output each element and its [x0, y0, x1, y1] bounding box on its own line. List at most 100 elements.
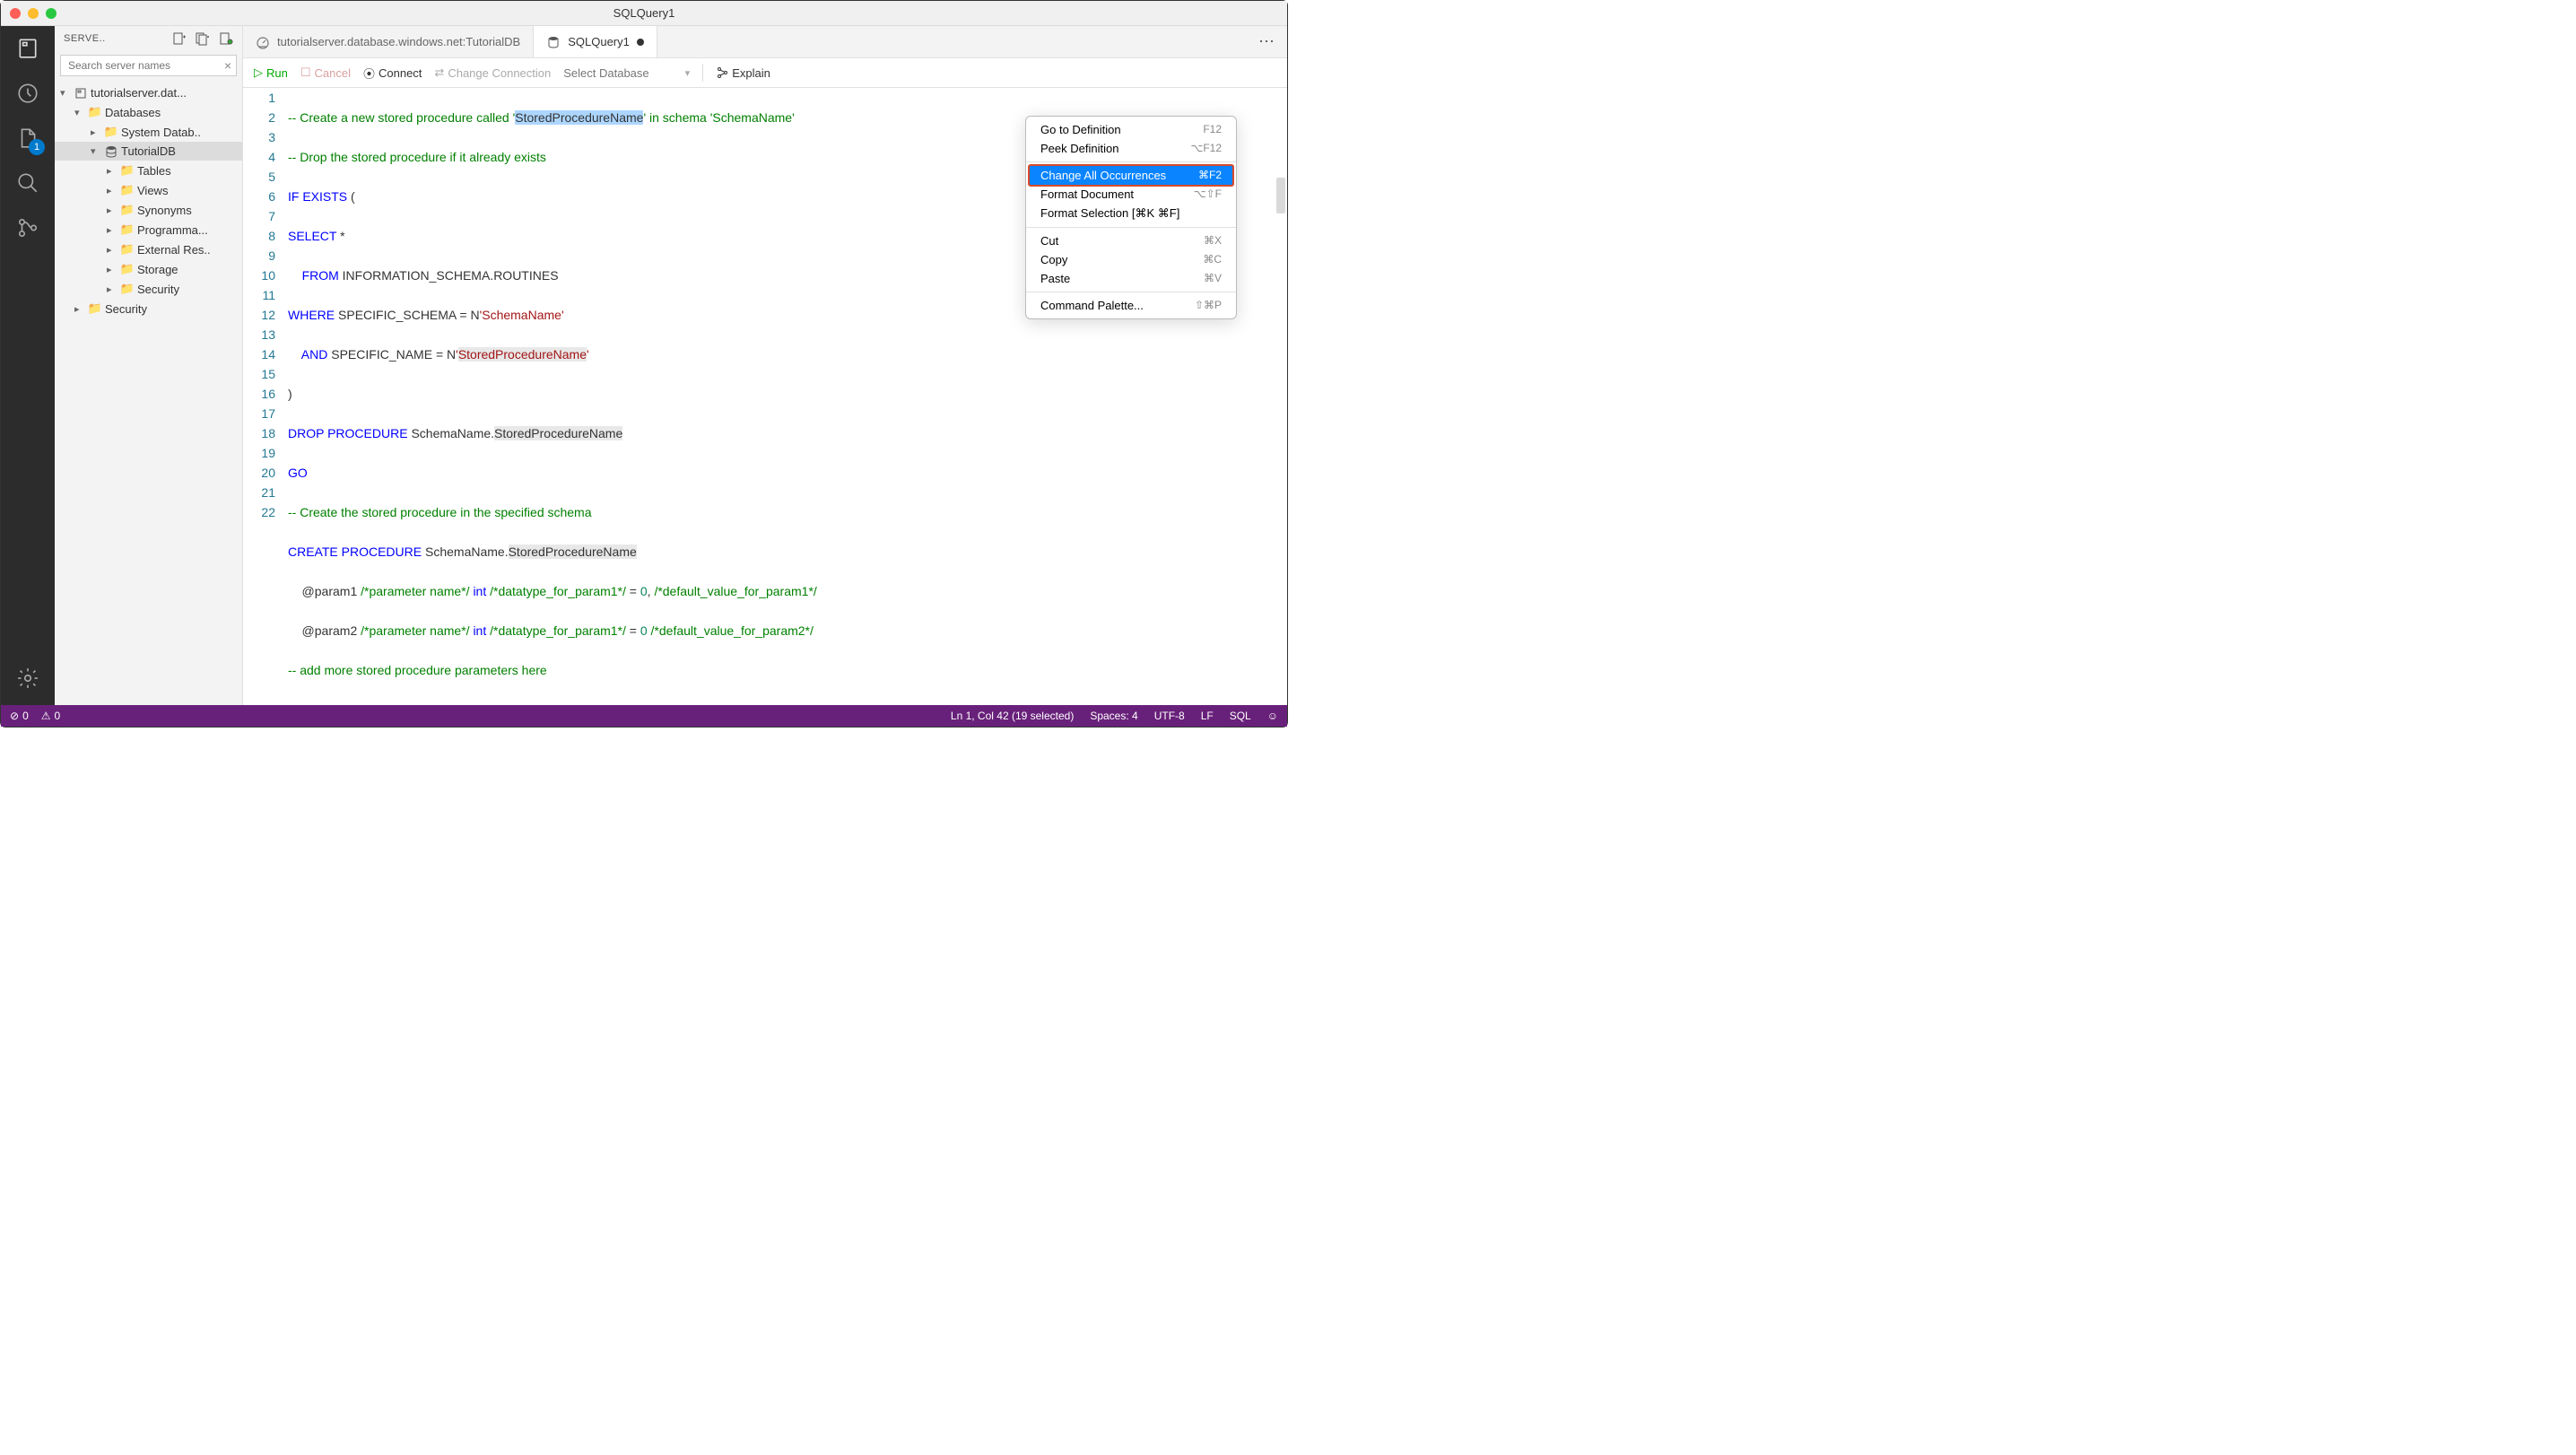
menu-label: Command Palette... — [1040, 299, 1144, 312]
menu-peek-definition[interactable]: Peek Definition ⌥F12 — [1026, 139, 1236, 158]
tree-external-resources[interactable]: 📁 External Res.. — [55, 240, 242, 259]
search-input[interactable] — [60, 55, 237, 76]
explain-button[interactable]: Explain — [716, 66, 770, 80]
tree-tables[interactable]: 📁 Tables — [55, 161, 242, 180]
tree-tutorialdb[interactable]: TutorialDB — [55, 142, 242, 161]
error-icon: ⊘ — [10, 710, 19, 722]
tab-sqlquery1[interactable]: SQLQuery1 — [534, 26, 657, 57]
tab-connection-dashboard[interactable]: tutorialserver.database.windows.net:Tuto… — [243, 26, 534, 57]
connect-button[interactable]: ⦿ Connect — [363, 65, 422, 82]
folder-icon: 📁 — [103, 125, 119, 139]
menu-format-selection[interactable]: Format Selection [⌘K ⌘F] — [1026, 204, 1236, 223]
status-feedback-icon[interactable]: ☺ — [1267, 710, 1278, 722]
play-icon: ▷ — [254, 65, 263, 80]
activity-explorer-icon[interactable]: 1 — [14, 125, 41, 152]
menu-label: Format Selection [⌘K ⌘F] — [1040, 206, 1179, 221]
menu-format-document[interactable]: Format Document ⌥⇧F — [1026, 185, 1236, 204]
window-minimize-button[interactable] — [28, 8, 39, 19]
sql-file-icon — [546, 35, 561, 49]
menu-divider — [1026, 161, 1236, 162]
menu-paste[interactable]: Paste ⌘V — [1026, 269, 1236, 288]
folder-icon: 📁 — [119, 163, 135, 178]
window-title: SQLQuery1 — [614, 6, 675, 20]
folder-icon: 📁 — [119, 183, 135, 197]
tree-label: Programma... — [137, 223, 208, 237]
menu-label: Change All Occurrences — [1040, 169, 1166, 182]
window-maximize-button[interactable] — [46, 8, 57, 19]
status-warnings[interactable]: ⚠ 0 — [41, 710, 60, 722]
tree-security[interactable]: 📁 Security — [55, 299, 242, 318]
refresh-icon[interactable] — [219, 31, 233, 46]
menu-label: Paste — [1040, 272, 1070, 285]
select-database-dropdown[interactable]: Select Database ▾ — [563, 66, 690, 80]
minimap-scrollbar[interactable] — [1276, 178, 1285, 213]
status-language[interactable]: SQL — [1230, 710, 1251, 722]
menu-label: Copy — [1040, 253, 1067, 266]
swap-icon: ⇄ — [434, 65, 444, 80]
tree-security-inner[interactable]: 📁 Security — [55, 279, 242, 299]
activity-search-icon[interactable] — [14, 170, 41, 196]
tree-server[interactable]: tutorialserver.dat... — [55, 83, 242, 102]
tab-more-button[interactable]: ⋯ — [1248, 26, 1287, 57]
activity-settings-icon[interactable] — [14, 665, 41, 692]
status-errors[interactable]: ⊘ 0 — [10, 710, 29, 722]
activity-source-control-icon[interactable] — [14, 214, 41, 241]
window-close-button[interactable] — [10, 8, 21, 19]
status-eol[interactable]: LF — [1201, 710, 1214, 722]
status-cursor-position[interactable]: Ln 1, Col 42 (19 selected) — [951, 710, 1074, 722]
toolbar-label: Explain — [732, 66, 770, 80]
tree-label: Views — [137, 184, 168, 197]
tree-storage[interactable]: 📁 Storage — [55, 259, 242, 279]
folder-icon: 📁 — [119, 282, 135, 296]
tree-label: Tables — [137, 164, 171, 178]
new-group-icon[interactable] — [196, 31, 210, 46]
change-connection-button[interactable]: ⇄ Change Connection — [434, 65, 551, 80]
cancel-button[interactable]: ☐ Cancel — [300, 65, 351, 80]
tree-label: Storage — [137, 263, 178, 276]
folder-icon: 📁 — [87, 105, 103, 119]
tab-label: tutorialserver.database.windows.net:Tuto… — [277, 35, 520, 48]
menu-command-palette[interactable]: Command Palette... ⇧⌘P — [1026, 296, 1236, 315]
line-number-gutter: 12345678910111213141516171819202122 — [243, 88, 288, 705]
status-indentation[interactable]: Spaces: 4 — [1090, 710, 1137, 722]
new-connection-icon[interactable] — [172, 31, 187, 46]
tree-label: tutorialserver.dat... — [91, 86, 187, 100]
tree-databases[interactable]: 📁 Databases — [55, 102, 242, 122]
server-tree: tutorialserver.dat... 📁 Databases 📁 Syst… — [55, 80, 242, 705]
sidebar: SERVE.. × tutorialserver.dat... 📁 Databa… — [55, 26, 243, 705]
editor-tabs: tutorialserver.database.windows.net:Tuto… — [243, 26, 1287, 58]
tree-synonyms[interactable]: 📁 Synonyms — [55, 200, 242, 220]
folder-icon: 📁 — [119, 262, 135, 276]
main-area: 1 SERVE.. × tuto — [1, 26, 1287, 705]
search-clear-icon[interactable]: × — [224, 58, 231, 73]
folder-icon: 📁 — [87, 301, 103, 316]
activity-servers-icon[interactable] — [14, 35, 41, 62]
tree-programmability[interactable]: 📁 Programma... — [55, 220, 242, 240]
tree-label: TutorialDB — [121, 144, 176, 158]
menu-change-all-occurrences[interactable]: Change All Occurrences ⌘F2 — [1028, 164, 1234, 187]
toolbar-label: Change Connection — [448, 66, 551, 80]
tree-label: External Res.. — [137, 243, 211, 257]
tree-system-databases[interactable]: 📁 System Datab.. — [55, 122, 242, 142]
editor-area: tutorialserver.database.windows.net:Tuto… — [243, 26, 1287, 705]
warning-icon: ⚠ — [41, 710, 51, 722]
menu-copy[interactable]: Copy ⌘C — [1026, 250, 1236, 269]
explain-icon — [716, 66, 728, 79]
menu-label: Cut — [1040, 234, 1058, 248]
menu-goto-definition[interactable]: Go to Definition F12 — [1026, 120, 1236, 139]
run-button[interactable]: ▷ Run — [254, 65, 288, 80]
menu-shortcut: ⌘C — [1203, 253, 1222, 266]
sidebar-header: SERVE.. — [55, 26, 242, 51]
activity-badge: 1 — [29, 139, 45, 155]
search-box: × — [60, 55, 237, 76]
menu-cut[interactable]: Cut ⌘X — [1026, 231, 1236, 250]
status-encoding[interactable]: UTF-8 — [1154, 710, 1185, 722]
tree-views[interactable]: 📁 Views — [55, 180, 242, 200]
activity-history-icon[interactable] — [14, 80, 41, 107]
menu-shortcut: ⌘X — [1204, 234, 1222, 248]
tree-label: Security — [137, 283, 179, 296]
stop-icon: ☐ — [300, 65, 311, 80]
tab-dirty-indicator — [637, 39, 644, 46]
server-icon — [73, 87, 89, 100]
context-menu: Go to Definition F12 Peek Definition ⌥F1… — [1025, 116, 1237, 319]
